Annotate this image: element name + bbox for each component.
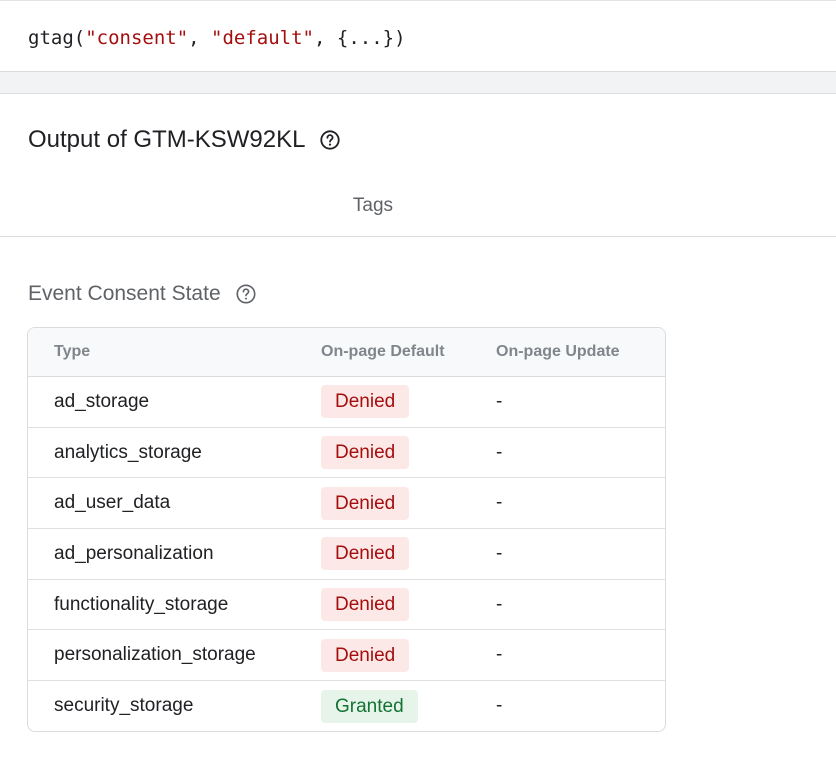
consent-table: Type On-page Default On-page Update ad_s… <box>27 327 666 732</box>
update-value: - <box>496 644 503 666</box>
output-title: Output of GTM-KSW92KL <box>28 126 306 153</box>
table-row: functionality_storage Denied - <box>28 580 665 631</box>
status-badge: Denied <box>321 638 410 672</box>
table-row: personalization_storage Denied - <box>28 630 665 682</box>
code-block: gtag("consent", "default", {...}) <box>0 0 836 72</box>
consent-type: functionality_storage <box>54 593 229 615</box>
update-value: - <box>496 593 503 615</box>
column-header-update: On-page Update <box>496 343 620 360</box>
status-badge: Denied <box>321 385 410 419</box>
column-header-type: Type <box>54 343 91 360</box>
update-value: - <box>496 441 503 463</box>
help-circle-icon[interactable] <box>319 129 341 151</box>
update-value: - <box>496 542 503 564</box>
update-value: - <box>496 492 503 514</box>
table-row: ad_personalization Denied - <box>28 529 665 580</box>
consent-section-title: Event Consent State <box>28 282 221 305</box>
output-header: Output of GTM-KSW92KL <box>28 126 341 154</box>
code-rest: , {...}) <box>314 27 406 49</box>
tabs-bar: Tags <box>0 180 836 237</box>
code-sep: , <box>188 27 212 49</box>
consent-type: ad_user_data <box>54 492 171 514</box>
column-header-default: On-page Default <box>321 343 445 360</box>
status-badge: Denied <box>321 486 410 520</box>
status-badge: Denied <box>321 537 410 571</box>
consent-type: analytics_storage <box>54 441 202 463</box>
code-arg-consent: "consent" <box>85 27 189 49</box>
table-row: ad_user_data Denied - <box>28 478 665 530</box>
consent-type: personalization_storage <box>54 644 256 666</box>
table-row: ad_storage Denied - <box>28 377 665 428</box>
status-badge: Denied <box>321 588 410 622</box>
code-fn: gtag( <box>28 27 86 49</box>
consent-type: ad_personalization <box>54 542 214 564</box>
update-value: - <box>496 695 503 717</box>
consent-type: ad_storage <box>54 390 150 412</box>
update-value: - <box>496 390 503 412</box>
code-arg-default: "default" <box>211 27 314 49</box>
table-row: analytics_storage Denied - <box>28 428 665 479</box>
gtag-code: gtag("consent", "default", {...}) <box>28 27 406 49</box>
status-badge: Granted <box>321 689 418 723</box>
help-circle-icon[interactable] <box>235 283 257 305</box>
tab-tags[interactable]: Tags <box>340 192 406 220</box>
table-header: Type On-page Default On-page Update <box>28 328 665 377</box>
status-badge: Denied <box>321 436 410 470</box>
table-row: security_storage Granted - <box>28 681 665 731</box>
section-divider <box>0 72 836 94</box>
consent-section-header: Event Consent State <box>28 282 257 306</box>
consent-type: security_storage <box>54 695 194 717</box>
